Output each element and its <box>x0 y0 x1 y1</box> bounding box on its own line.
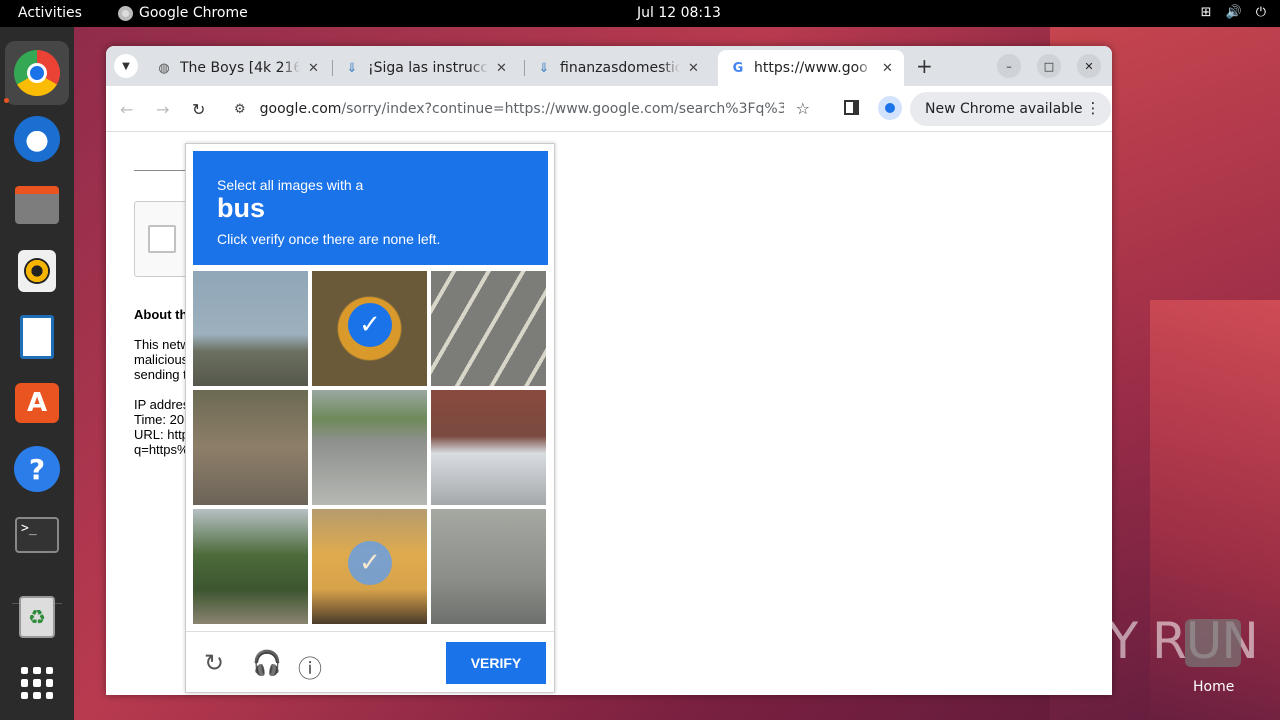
clock[interactable]: Jul 12 08:13 <box>637 5 721 21</box>
checkmark-icon: ✓ <box>348 541 392 585</box>
dock-app-center[interactable]: A <box>5 371 69 435</box>
dock-files[interactable] <box>5 173 69 237</box>
captcha-tile-1[interactable]: ✓ <box>312 271 427 386</box>
network-icon: ⊞ <box>1200 5 1212 20</box>
close-tab-icon[interactable]: ✕ <box>882 61 893 76</box>
help-icon: ? <box>14 446 60 492</box>
download-icon: ⇓ <box>346 60 358 76</box>
info-icon[interactable]: ⓘ <box>298 649 322 684</box>
more-menu-icon[interactable]: ⋮ <box>1086 99 1101 117</box>
close-tab-icon[interactable]: ✕ <box>688 61 699 76</box>
dock-trash[interactable]: ♻ <box>5 585 69 649</box>
url-text: google.com/sorry/index?continue=https://… <box>259 101 784 117</box>
side-panel-icon[interactable] <box>844 100 859 115</box>
dock-rhythmbox[interactable] <box>5 239 69 303</box>
app-name: Google Chrome <box>139 5 248 21</box>
terminal-icon: >_ <box>15 517 59 553</box>
forward-button[interactable]: → <box>156 100 169 119</box>
checkmark-icon: ✓ <box>348 303 392 347</box>
dock-help[interactable]: ? <box>5 437 69 501</box>
about-heading: About th <box>134 307 188 322</box>
close-tab-icon[interactable]: ✕ <box>308 61 319 76</box>
tab-title: finanzasdomestic <box>560 60 680 76</box>
grid-icon <box>21 667 53 699</box>
globe-icon: ◍ <box>158 60 170 76</box>
dock-thunderbird[interactable] <box>5 107 69 171</box>
tab-2[interactable]: ⇓ finanzasdomestic ✕ <box>524 50 716 86</box>
tab-0[interactable]: ◍ The Boys [4k 2160 ✕ <box>144 50 326 86</box>
bookmark-star-icon[interactable]: ☆ <box>796 99 810 118</box>
top-bar: Activities Google Chrome Jul 12 08:13 ⊞ … <box>0 0 1280 27</box>
tab-title: https://www.goo <box>754 60 868 76</box>
trash-icon: ♻ <box>19 596 55 638</box>
presentation-icon <box>20 315 54 359</box>
tab-title: ¡Siga las instrucci <box>368 60 488 76</box>
captcha-challenge: Select all images with a bus Click verif… <box>185 143 555 693</box>
show-apps-button[interactable] <box>5 651 69 715</box>
audio-challenge-icon[interactable]: 🎧 <box>252 649 282 677</box>
captcha-tile-0[interactable] <box>193 271 308 386</box>
captcha-tile-6[interactable] <box>193 509 308 624</box>
google-icon: G <box>732 60 744 76</box>
captcha-hint: Click verify once there are none left. <box>217 231 441 247</box>
minimize-button[interactable]: – <box>997 54 1021 78</box>
toolbar: ← → ↻ ⚙ google.com/sorry/index?continue=… <box>106 86 1112 132</box>
update-label: New Chrome available <box>925 101 1083 117</box>
request-details: IP addres Time: 20 URL: http q=https% <box>134 397 190 457</box>
download-icon: ⇓ <box>538 60 550 76</box>
chevron-down-icon: ▼ <box>122 60 130 72</box>
captcha-grid: ✓ ✓ <box>193 271 548 626</box>
captcha-tile-3[interactable] <box>193 390 308 505</box>
captcha-tile-4[interactable] <box>312 390 427 505</box>
captcha-instruction: Select all images with a <box>217 177 364 193</box>
activities-button[interactable]: Activities <box>18 5 82 21</box>
speaker-icon <box>18 250 56 292</box>
home-label[interactable]: Home <box>1193 679 1234 695</box>
chrome-icon <box>118 5 133 21</box>
dock-chrome[interactable] <box>5 41 69 105</box>
tab-strip: ▼ ◍ The Boys [4k 2160 ✕ ⇓ ¡Siga las inst… <box>106 46 1112 86</box>
new-tab-button[interactable]: + <box>916 54 933 78</box>
tab-title: The Boys [4k 2160 <box>180 60 300 76</box>
running-indicator <box>4 98 9 103</box>
captcha-footer: ↻ 🎧 ⓘ VERIFY <box>186 631 554 693</box>
dock-terminal[interactable]: >_ <box>5 503 69 567</box>
captcha-target: bus <box>217 193 266 223</box>
tab-1[interactable]: ⇓ ¡Siga las instrucci ✕ <box>332 50 522 86</box>
captcha-tile-5[interactable] <box>431 390 546 505</box>
profile-avatar[interactable] <box>878 96 902 120</box>
volume-icon: 🔊 <box>1225 5 1242 20</box>
reload-challenge-icon[interactable]: ↻ <box>204 649 224 677</box>
close-window-button[interactable]: ✕ <box>1077 54 1101 78</box>
app-menu[interactable]: Google Chrome <box>118 5 248 21</box>
update-chrome-button[interactable]: New Chrome available ⋮ <box>910 92 1111 126</box>
captcha-tile-8[interactable] <box>431 509 546 624</box>
site-info-icon[interactable]: ⚙ <box>234 102 246 117</box>
address-bar[interactable]: ⚙ google.com/sorry/index?continue=https:… <box>224 92 824 126</box>
verify-button[interactable]: VERIFY <box>446 642 546 684</box>
close-tab-icon[interactable]: ✕ <box>496 61 507 76</box>
folder-icon <box>15 186 59 224</box>
maximize-button[interactable]: □ <box>1037 54 1061 78</box>
tab-search-button[interactable]: ▼ <box>114 54 138 78</box>
back-button[interactable]: ← <box>120 100 133 119</box>
home-folder-icon[interactable] <box>1185 619 1241 667</box>
recaptcha-checkbox[interactable] <box>148 225 176 253</box>
system-tray[interactable]: ⊞ 🔊 ⏻ <box>1201 5 1266 20</box>
chrome-icon <box>14 50 60 96</box>
app-center-icon: A <box>15 383 59 423</box>
dock-impress[interactable] <box>5 305 69 369</box>
captcha-header: Select all images with a bus Click verif… <box>193 151 548 265</box>
thunderbird-icon <box>14 116 60 162</box>
power-icon: ⏻ <box>1255 5 1266 20</box>
captcha-tile-7[interactable]: ✓ <box>312 509 427 624</box>
reload-button[interactable]: ↻ <box>192 100 205 119</box>
captcha-tile-2[interactable] <box>431 271 546 386</box>
dock: A ? >_ ♻ <box>0 27 74 720</box>
tab-3[interactable]: G https://www.goo ✕ <box>718 50 904 86</box>
explanation-text: This netw malicious sending t <box>134 337 190 382</box>
